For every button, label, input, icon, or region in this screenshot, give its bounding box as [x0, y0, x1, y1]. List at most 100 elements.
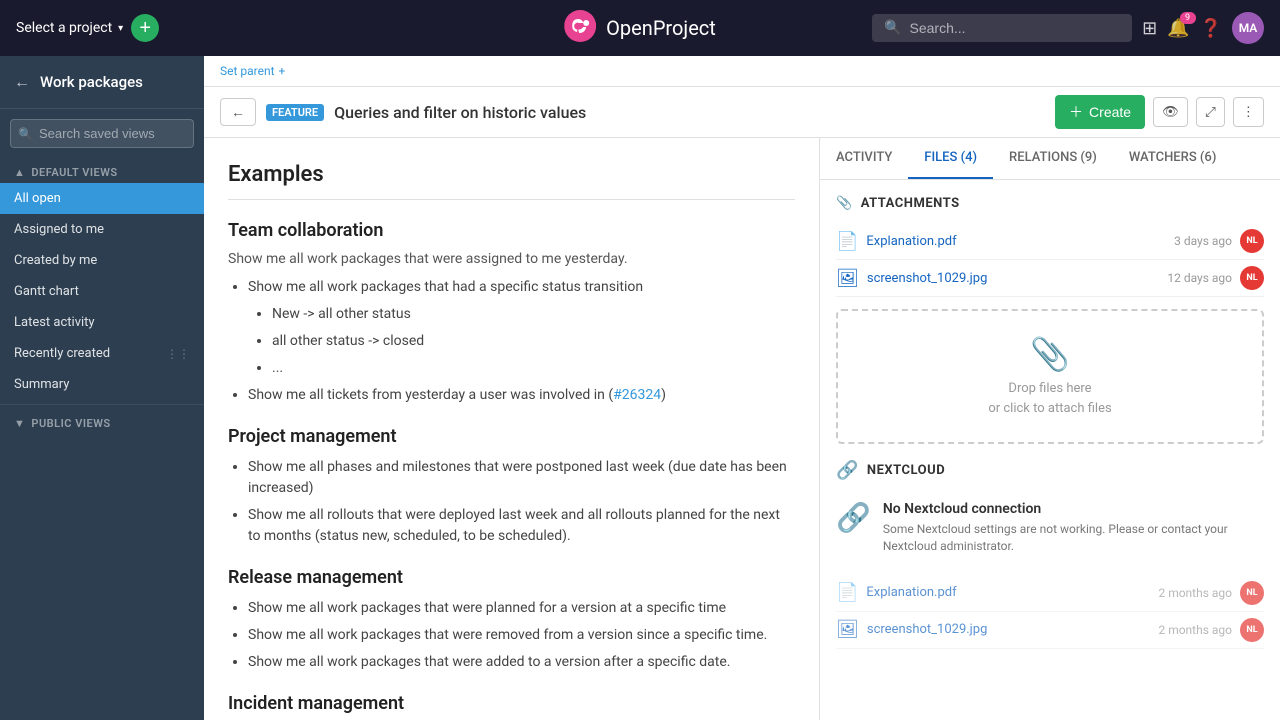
paperclip-icon: 📎 [836, 196, 853, 211]
attachment-row-0: 📄 Explanation.pdf 3 days ago NL [836, 223, 1264, 260]
tab-activity[interactable]: ACTIVITY [820, 138, 908, 179]
default-views-label: DEFAULT VIEWS [31, 166, 117, 179]
collapse-icon: ▼ [14, 417, 25, 430]
attachment-name-1[interactable]: screenshot_1029.jpg [867, 271, 988, 286]
add-project-button[interactable]: + [131, 14, 159, 42]
content-area: Set parent + ← FEATURE Queries and filte… [204, 56, 1280, 720]
nextcloud-error-text: Some Nextcloud settings are not working.… [883, 521, 1264, 555]
list-item: Show me all work packages that were adde… [248, 652, 795, 673]
grid-icon[interactable]: ⊞ [1142, 18, 1157, 39]
list-item: Show me all tickets from yesterday a use… [248, 385, 795, 406]
attachment-left: 📄 Explanation.pdf [836, 231, 957, 252]
main-content: Examples Team collaboration Show me all … [204, 138, 820, 720]
team-collab-list: Show me all work packages that had a spe… [228, 277, 795, 406]
section-release-mgmt: Release management [228, 567, 795, 588]
sidebar-item-all-open[interactable]: All open [0, 183, 204, 214]
nc-file-avatar-0: NL [1240, 581, 1264, 605]
feature-badge: FEATURE [266, 104, 324, 121]
tab-relations[interactable]: RELATIONS (9) [993, 138, 1113, 179]
nextcloud-error-content: No Nextcloud connection Some Nextcloud s… [883, 501, 1264, 555]
nc-file-row-0: 📄 Explanation.pdf 2 months ago NL [836, 575, 1264, 612]
nc-file-avatar-1: NL [1240, 618, 1264, 642]
attachment-row-1: 🖼 screenshot_1029.jpg 12 days ago NL [836, 260, 1264, 297]
drag-handle: ⋮⋮ [166, 347, 190, 361]
sidebar-item-summary[interactable]: Summary [0, 369, 204, 400]
attach-icon: 📎 [862, 335, 1238, 373]
create-button[interactable]: ＋ Create [1055, 95, 1145, 129]
sidebar-search-icon: 🔍 [18, 127, 33, 141]
sidebar: ← Work packages 🔍 ▲ DEFAULT VIEWS All op… [0, 56, 204, 720]
fullscreen-button[interactable]: ⤢ [1196, 97, 1225, 127]
topbar-right: 🔍 ⊞ 🔔 9 ❓ MA [872, 12, 1264, 44]
sidebar-item-assigned-to-me[interactable]: Assigned to me [0, 214, 204, 245]
set-parent-label: Set parent [220, 64, 275, 78]
sidebar-item-gantt-chart[interactable]: Gantt chart [0, 276, 204, 307]
nc-file-left: 🖼 screenshot_1029.jpg [836, 619, 987, 640]
user-avatar[interactable]: MA [1232, 12, 1264, 44]
nc-file-date-0: 2 months ago [1158, 586, 1232, 600]
topbar-left: Select a project ▾ + [16, 14, 216, 42]
set-parent-link[interactable]: Set parent + [220, 64, 285, 78]
nextcloud-icon: 🔗 [836, 460, 859, 481]
attachment-name-0[interactable]: Explanation.pdf [866, 234, 956, 249]
nc-file-name-1[interactable]: screenshot_1029.jpg [867, 622, 988, 637]
list-item: Show me all phases and milestones that w… [248, 457, 795, 499]
section-incident-mgmt: Incident management [228, 693, 795, 714]
attachment-date-1: 12 days ago [1167, 271, 1232, 285]
sidebar-search-container: 🔍 [0, 109, 204, 158]
content-heading: Examples [228, 162, 795, 200]
notifications-icon[interactable]: 🔔 9 [1167, 18, 1189, 39]
tab-files[interactable]: FILES (4) [908, 138, 993, 179]
list-item: ... [272, 358, 795, 379]
topbar-center: OpenProject [564, 10, 716, 47]
more-button[interactable]: ⋮ [1233, 97, 1264, 127]
wp-toolbar-right: ＋ Create 👁 ⤢ ⋮ [1055, 95, 1264, 129]
file-drop-zone[interactable]: 📎 Drop files here or click to attach fil… [836, 309, 1264, 444]
list-item: Show me all work packages that were plan… [248, 598, 795, 619]
nc-file-name-0[interactable]: Explanation.pdf [866, 585, 956, 600]
section-project-mgmt: Project management [228, 426, 795, 447]
nc-file-right: 2 months ago NL [1158, 581, 1264, 605]
back-button[interactable]: ← [220, 98, 256, 126]
sidebar-item-label: Created by me [14, 253, 97, 268]
pdf-icon: 📄 [836, 582, 858, 603]
sidebar-item-label: All open [14, 191, 61, 206]
nextcloud-error-title: No Nextcloud connection [883, 501, 1264, 517]
attachment-avatar-1: NL [1240, 266, 1264, 290]
plus-icon: ＋ [1069, 102, 1083, 122]
attachment-left: 🖼 screenshot_1029.jpg [836, 268, 987, 289]
list-item: Show me all work packages that were remo… [248, 625, 795, 646]
issue-link[interactable]: #26324 [613, 387, 661, 403]
sidebar-back-icon[interactable]: ← [14, 72, 30, 92]
notification-badge: 9 [1180, 12, 1196, 24]
create-label: Create [1089, 104, 1131, 120]
list-item: Show me all rollouts that were deployed … [248, 505, 795, 547]
pdf-icon: 📄 [836, 231, 858, 252]
public-views-section[interactable]: ▼ PUBLIC VIEWS [0, 409, 204, 434]
drop-zone-line1: Drop files here [862, 379, 1238, 399]
sidebar-divider [0, 404, 204, 405]
search-input[interactable] [910, 20, 1121, 36]
sidebar-header: ← Work packages [0, 56, 204, 109]
section-team-collab-subtitle: Show me all work packages that were assi… [228, 251, 795, 267]
nested-list: New -> all other status all other status… [248, 304, 795, 379]
tab-watchers[interactable]: WATCHERS (6) [1113, 138, 1233, 179]
project-select[interactable]: Select a project ▾ [16, 20, 123, 36]
list-item: New -> all other status [272, 304, 795, 325]
help-icon[interactable]: ❓ [1200, 18, 1222, 39]
sidebar-item-latest-activity[interactable]: Latest activity [0, 307, 204, 338]
sidebar-section-label: Work packages [40, 73, 143, 91]
preview-button[interactable]: 👁 [1153, 97, 1188, 127]
global-search-bar[interactable]: 🔍 [872, 14, 1132, 42]
image-icon: 🖼 [836, 268, 859, 289]
sidebar-item-created-by-me[interactable]: Created by me [0, 245, 204, 276]
sidebar-search-input[interactable] [10, 119, 194, 148]
nc-file-date-1: 2 months ago [1158, 623, 1232, 637]
project-mgmt-list: Show me all phases and milestones that w… [228, 457, 795, 547]
panel-tabs: ACTIVITY FILES (4) RELATIONS (9) WATCHER… [820, 138, 1280, 180]
drop-zone-line2: or click to attach files [862, 399, 1238, 419]
sidebar-search-wrap: 🔍 [10, 119, 194, 148]
default-views-section[interactable]: ▲ DEFAULT VIEWS [0, 158, 204, 183]
image-icon: 🖼 [836, 619, 859, 640]
sidebar-item-recently-created[interactable]: Recently created ⋮⋮ [0, 338, 204, 369]
